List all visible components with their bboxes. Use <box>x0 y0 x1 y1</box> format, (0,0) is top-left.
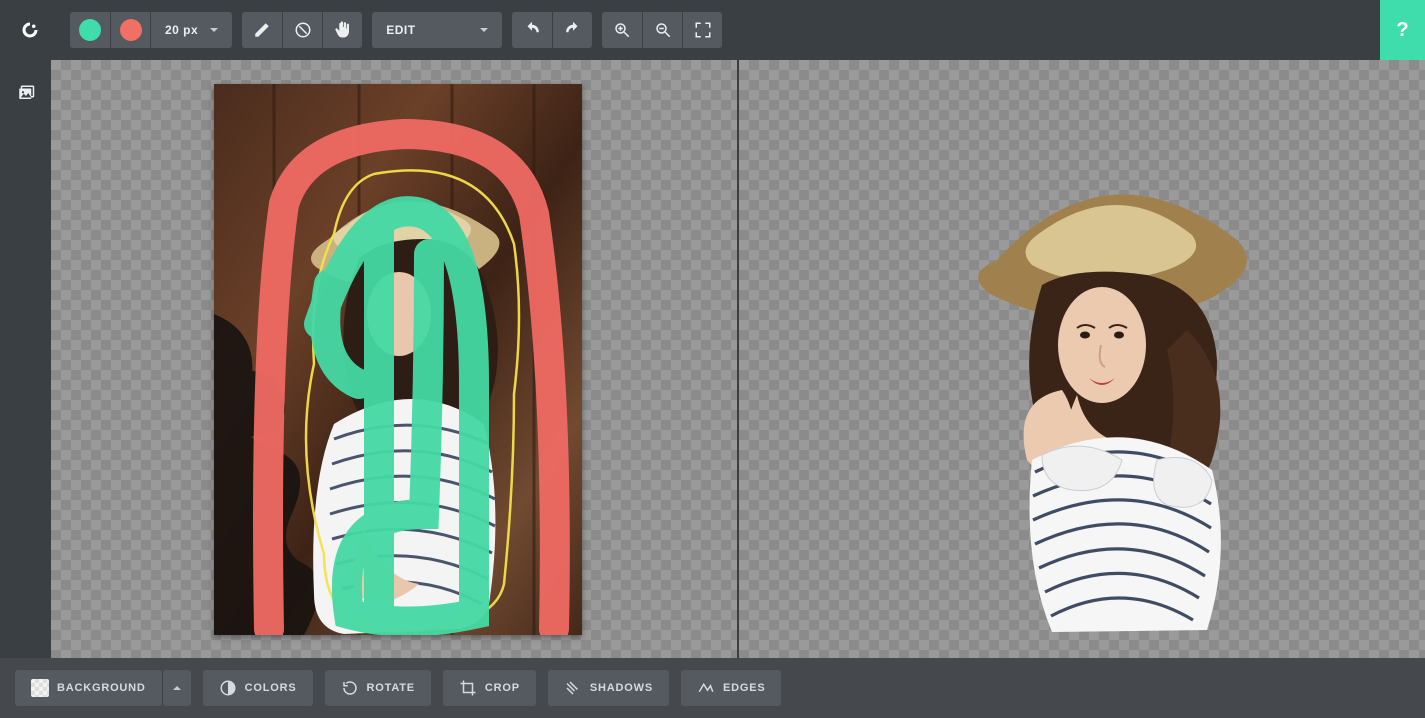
transparency-swatch-icon <box>31 679 49 697</box>
pan-button[interactable] <box>322 12 362 48</box>
background-label: BACKGROUND <box>57 682 146 694</box>
chevron-down-icon <box>474 23 488 37</box>
zoom-group <box>602 12 722 48</box>
undo-icon <box>523 21 541 39</box>
edges-label: EDGES <box>723 682 766 694</box>
rotate-button[interactable]: ROTATE <box>325 670 431 706</box>
remove-color-swatch <box>120 19 142 41</box>
edges-icon <box>697 679 715 697</box>
undo-button[interactable] <box>512 12 552 48</box>
main-body <box>0 60 1425 658</box>
edges-button[interactable]: EDGES <box>681 670 782 706</box>
images-icon <box>17 84 35 102</box>
shadows-button[interactable]: SHADOWS <box>548 670 669 706</box>
edit-tools-group <box>242 12 362 48</box>
shadows-label: SHADOWS <box>590 682 653 694</box>
logo-icon <box>21 21 39 39</box>
colors-label: COLORS <box>245 682 297 694</box>
result-subject <box>957 160 1257 632</box>
eraser-icon <box>253 21 271 39</box>
crop-button[interactable]: CROP <box>443 670 536 706</box>
redo-icon <box>564 21 582 39</box>
shadows-icon <box>564 679 582 697</box>
workarea <box>51 60 1425 658</box>
source-image <box>214 84 582 635</box>
source-canvas[interactable] <box>214 84 582 635</box>
marker-group: 20 px <box>70 12 232 48</box>
source-panel[interactable] <box>51 60 737 658</box>
background-more-button[interactable] <box>162 670 191 706</box>
crop-icon <box>459 679 477 697</box>
background-button[interactable]: BACKGROUND <box>15 670 162 706</box>
left-sidebar <box>0 60 51 658</box>
remove-marker-button[interactable] <box>110 12 150 48</box>
fullscreen-icon <box>694 21 712 39</box>
crop-label: CROP <box>485 682 520 694</box>
keep-color-swatch <box>79 19 101 41</box>
edit-dropdown-label: EDIT <box>386 23 415 37</box>
app-logo[interactable] <box>0 0 60 60</box>
bottom-toolbar: BACKGROUND COLORS ROTATE CROP SHADOWS ED… <box>0 658 1425 718</box>
history-group <box>512 12 592 48</box>
fullscreen-button[interactable] <box>682 12 722 48</box>
clear-icon <box>294 21 312 39</box>
zoom-out-button[interactable] <box>642 12 682 48</box>
eraser-button[interactable] <box>242 12 282 48</box>
help-button[interactable]: ? <box>1380 0 1425 60</box>
edit-dropdown-group: EDIT <box>372 12 502 48</box>
redo-button[interactable] <box>552 12 592 48</box>
keep-marker-button[interactable] <box>70 12 110 48</box>
result-panel[interactable] <box>739 60 1425 658</box>
hand-icon <box>334 21 352 39</box>
zoom-in-icon <box>613 21 631 39</box>
colors-icon <box>219 679 237 697</box>
colors-button[interactable]: COLORS <box>203 670 313 706</box>
brush-size-dropdown[interactable]: 20 px <box>150 12 232 48</box>
images-sidebar-button[interactable] <box>8 75 44 111</box>
top-toolbar: 20 px EDIT <box>0 0 1425 60</box>
rotate-label: ROTATE <box>367 682 415 694</box>
zoom-out-icon <box>654 21 672 39</box>
background-group: BACKGROUND <box>15 670 191 706</box>
edit-dropdown[interactable]: EDIT <box>372 12 502 48</box>
help-icon: ? <box>1396 19 1408 42</box>
brush-size-label: 20 px <box>165 23 198 37</box>
clear-button[interactable] <box>282 12 322 48</box>
rotate-icon <box>341 679 359 697</box>
zoom-in-button[interactable] <box>602 12 642 48</box>
